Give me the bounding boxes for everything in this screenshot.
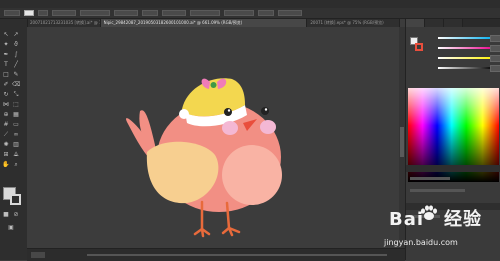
panel-tabs [406, 19, 500, 27]
left-eye [224, 108, 232, 116]
value-y[interactable] [490, 55, 500, 62]
rectangle-tool-icon[interactable]: □ [2, 71, 10, 78]
hand-tool-icon[interactable]: ✋ [2, 161, 10, 168]
control-bar [0, 8, 500, 19]
tab-swatches[interactable] [444, 19, 463, 27]
screen-mode-icon[interactable]: ▣ [7, 224, 15, 231]
stroke-color-swatch[interactable] [10, 194, 21, 205]
panel-control[interactable] [410, 177, 450, 180]
menu-bar [0, 0, 500, 8]
fill-swatch[interactable] [24, 10, 34, 16]
watermark-url: jingyan.baidu.com [384, 238, 458, 247]
hat-pompom [179, 109, 189, 119]
type-tool-icon[interactable]: T [2, 61, 10, 68]
graph-tool-icon[interactable]: ▥ [12, 141, 20, 148]
tab-document-2[interactable]: Nipic_29842087_20190503182600101000.ai* … [100, 19, 308, 27]
panel-control[interactable] [410, 189, 465, 192]
color-mode-icon[interactable]: ■ [2, 211, 10, 218]
panel-section-header [406, 165, 500, 172]
pencil-tool-icon[interactable]: ✐ [2, 81, 10, 88]
stroke-weight-field[interactable] [52, 10, 76, 16]
artboard-tool-icon[interactable]: ⊞ [2, 151, 10, 158]
line-tool-icon[interactable]: ╱ [12, 61, 20, 68]
right-cheek [260, 120, 276, 134]
tab-color-guide[interactable] [425, 19, 444, 27]
direct-selection-tool-icon[interactable]: ↗ [12, 31, 20, 38]
zoom-field[interactable] [31, 252, 45, 258]
style-field[interactable] [162, 10, 186, 16]
curvature-tool-icon[interactable]: ∫ [12, 51, 20, 58]
stroke-swatch[interactable] [38, 10, 48, 16]
blend-tool-icon[interactable]: ∞ [12, 131, 20, 138]
document-setup-button[interactable] [190, 10, 220, 16]
magic-wand-tool-icon[interactable]: ✦ [2, 41, 10, 48]
watermark-brand-2: 经验 [444, 209, 483, 230]
perspective-grid-tool-icon[interactable]: ▦ [12, 111, 20, 118]
paintbrush-tool-icon[interactable]: ✎ [12, 71, 20, 78]
left-cheek [222, 121, 238, 135]
slider-m[interactable] [438, 47, 494, 49]
slider-k[interactable] [438, 67, 494, 69]
artboard-canvas[interactable] [27, 27, 405, 248]
lasso-tool-icon[interactable]: ϑ [12, 41, 20, 48]
transform-controls[interactable] [278, 10, 302, 16]
baidu-paw-icon [421, 205, 437, 220]
slice-tool-icon[interactable]: ⟁ [12, 151, 20, 158]
mesh-tool-icon[interactable]: # [2, 121, 10, 128]
opacity-field[interactable] [142, 10, 158, 16]
value-k[interactable] [490, 65, 500, 72]
tab-color[interactable] [406, 19, 425, 27]
eyedropper-tool-icon[interactable]: ⟋ [2, 131, 10, 138]
symbol-sprayer-tool-icon[interactable]: ✺ [2, 141, 10, 148]
gradient-tool-icon[interactable]: ▭ [12, 121, 20, 128]
zoom-tool-icon[interactable]: ⌕ [12, 161, 20, 168]
free-transform-tool-icon[interactable]: ⬚ [12, 101, 20, 108]
bird-illustration [126, 78, 282, 238]
watermark-brand: Bai [389, 209, 425, 230]
value-m[interactable] [490, 45, 500, 52]
slider-y[interactable] [438, 57, 494, 59]
horizontal-scrollbar[interactable] [87, 254, 387, 256]
path-selector[interactable] [4, 10, 20, 16]
tools-panel: ↖ ↗ ✦ ϑ ✒ ∫ T ╱ □ ✎ ✐ ⌫ ↻ ⤡ ⋈ ⬚ ⊕ ▦ # ▭ … [0, 19, 28, 260]
panel-stroke-swatch[interactable] [415, 43, 423, 51]
bird-belly [222, 145, 282, 205]
variable-width-profile[interactable] [80, 10, 110, 16]
preferences-button[interactable] [224, 10, 254, 16]
brush-definition[interactable] [114, 10, 138, 16]
selection-tool-icon[interactable]: ↖ [2, 31, 10, 38]
value-c[interactable] [490, 35, 500, 42]
scale-tool-icon[interactable]: ⤡ [12, 91, 20, 98]
rotate-tool-icon[interactable]: ↻ [2, 91, 10, 98]
document-tab-bar: 20071021713231035 [转换].ai* @ 100% (RGB/预… [27, 19, 400, 27]
none-mode-icon[interactable]: ⊘ [12, 211, 20, 218]
shape-builder-tool-icon[interactable]: ⊕ [2, 111, 10, 118]
tab-document-3[interactable]: 20071 [转换].eps* @ 75% (RGB/预览) [307, 19, 400, 27]
slider-c[interactable] [438, 37, 494, 39]
tab-document-1[interactable]: 20071021713231035 [转换].ai* @ 100% (RGB/预… [27, 19, 101, 27]
right-eye [261, 107, 269, 115]
pen-tool-icon[interactable]: ✒ [2, 51, 10, 58]
status-bar [27, 248, 405, 261]
vertical-scroll-thumb[interactable] [400, 127, 404, 157]
eraser-tool-icon[interactable]: ⌫ [12, 81, 20, 88]
align-controls[interactable] [258, 10, 274, 16]
width-tool-icon[interactable]: ⋈ [2, 101, 10, 108]
